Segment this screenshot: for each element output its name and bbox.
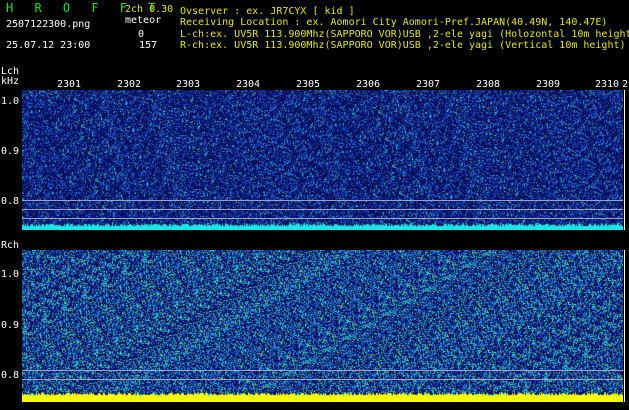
rch-meteor-count: 157 bbox=[139, 40, 158, 51]
rch-freq-label: 1.0 bbox=[1, 269, 20, 280]
lch-marker-line bbox=[22, 218, 623, 219]
rch-right-border bbox=[624, 250, 625, 402]
time-label: 2306 bbox=[356, 79, 381, 90]
datetime: 25.07.12 23:00 bbox=[6, 40, 91, 51]
time-label: 2302 bbox=[117, 79, 142, 90]
lch-freq-label: 0.9 bbox=[1, 146, 20, 157]
file-name: 2507122300.png bbox=[6, 19, 91, 30]
rch-label: Rch bbox=[1, 240, 20, 251]
lch-info: L-ch:ex. UV5R 113.900Mhz(SAPPORO VOR)USB… bbox=[180, 29, 629, 40]
lch-freq-label: 0.8 bbox=[1, 196, 20, 207]
lch-marker-line bbox=[22, 200, 623, 201]
time-label: 2307 bbox=[416, 79, 441, 90]
time-label: 2303 bbox=[176, 79, 201, 90]
location-info: Receiving Location : ex. Aomori City Aom… bbox=[180, 17, 608, 28]
time-label: 2301 bbox=[57, 79, 82, 90]
rch-info: R-ch:ex. UV5R 113.900Mhz(SAPPORO VOR)USB… bbox=[180, 40, 626, 51]
time-label: 2 bbox=[622, 79, 629, 90]
lch-meteor-count: 0 bbox=[138, 29, 145, 40]
time-label: 2309 bbox=[536, 79, 561, 90]
rch-freq-label: 0.8 bbox=[1, 370, 20, 381]
lch-right-border bbox=[624, 90, 625, 230]
lch-unit: kHz bbox=[1, 76, 20, 87]
channel-mode: 2ch 0.30 bbox=[125, 4, 174, 15]
time-label: 2305 bbox=[296, 79, 321, 90]
rch-marker-line bbox=[22, 379, 623, 380]
lch-freq-label: 1.0 bbox=[1, 96, 20, 107]
time-label: 2308 bbox=[476, 79, 501, 90]
meteor-label: meteor bbox=[125, 15, 162, 26]
observer-info: Ovserver : ex. JR7CYX [ kid ] bbox=[180, 6, 355, 17]
rch-freq-label: 0.9 bbox=[1, 320, 20, 331]
time-label: 2304 bbox=[236, 79, 261, 90]
rch-marker-line bbox=[22, 370, 623, 371]
lch-marker-line bbox=[22, 209, 623, 210]
time-label: 2310 bbox=[595, 79, 620, 90]
